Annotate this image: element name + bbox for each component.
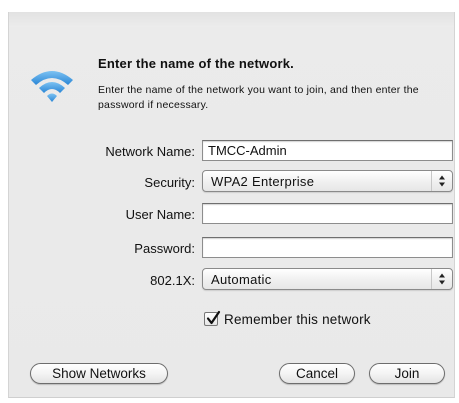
- dot1x-popup[interactable]: Automatic: [202, 268, 453, 290]
- network-name-label: Network Name:: [105, 144, 195, 159]
- cancel-button[interactable]: Cancel: [279, 363, 355, 384]
- password-label: Password:: [134, 241, 195, 256]
- wifi-icon: [28, 65, 76, 111]
- user-name-label: User Name:: [125, 207, 195, 222]
- join-network-dialog: Enter the name of the network. Enter the…: [8, 12, 455, 398]
- checkmark-icon: [206, 310, 221, 325]
- network-name-input[interactable]: [202, 140, 453, 161]
- remember-network-checkbox[interactable]: [204, 310, 221, 326]
- dialog-top-edge: [9, 12, 454, 27]
- remember-network-label[interactable]: Remember this network: [224, 312, 371, 327]
- security-label: Security:: [144, 175, 195, 190]
- dot1x-label: 802.1X:: [150, 273, 195, 288]
- join-button[interactable]: Join: [369, 363, 445, 384]
- security-popup[interactable]: WPA2 Enterprise: [202, 170, 453, 192]
- dialog-heading: Enter the name of the network.: [98, 56, 294, 71]
- dialog-description: Enter the name of the network you want t…: [98, 84, 419, 111]
- user-name-input[interactable]: [202, 203, 453, 224]
- security-value: WPA2 Enterprise: [211, 174, 315, 189]
- up-down-arrows-icon: [431, 171, 452, 191]
- dot1x-value: Automatic: [211, 272, 272, 287]
- show-networks-button[interactable]: Show Networks: [30, 363, 168, 384]
- up-down-arrows-icon: [431, 269, 452, 289]
- password-input[interactable]: [202, 237, 453, 258]
